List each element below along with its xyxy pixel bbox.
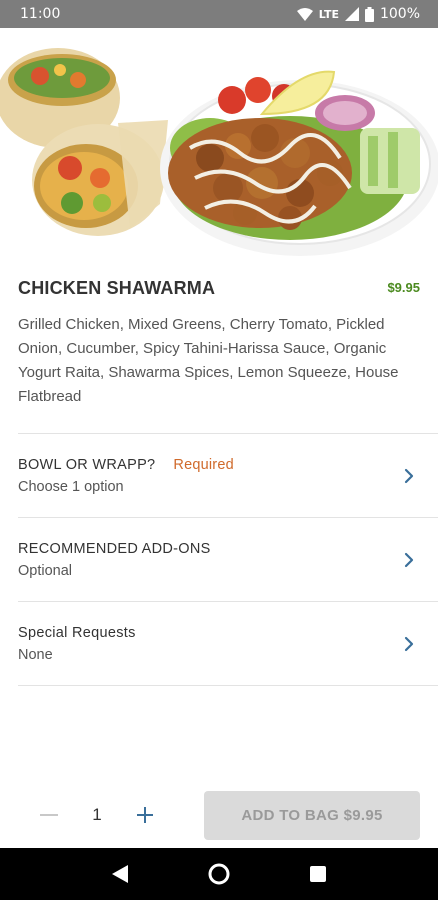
quantity-value: 1: [92, 805, 102, 824]
battery-percent: 100%: [379, 6, 420, 22]
chevron-right-icon: [404, 468, 414, 483]
divider: [18, 685, 438, 686]
option-title: Special Requests: [18, 624, 136, 641]
option-subtitle: Optional: [18, 562, 73, 579]
option-texts: Special Requests None: [18, 625, 136, 663]
item-title: CHICKEN SHAWARMA: [18, 278, 216, 298]
add-to-bag-button[interactable]: ADD TO BAG $9.95: [204, 791, 420, 840]
home-icon: [208, 863, 230, 885]
food-illustration: [0, 48, 438, 256]
system-navigation-bar: [0, 848, 438, 900]
option-title-text: BOWL OR WRAPP?: [18, 456, 156, 473]
app-screen: 11:00 LTE 100% CHICKEN SHAWARMA $9.95 Gr…: [0, 0, 438, 900]
minus-icon: [40, 814, 58, 816]
option-title: BOWL OR WRAPP? Required: [18, 457, 234, 473]
network-type: LTE: [318, 7, 339, 21]
battery-icon: [364, 6, 374, 22]
option-subtitle: None: [18, 646, 53, 663]
wifi-icon: [296, 7, 313, 21]
chevron-right-icon: [404, 636, 414, 651]
decrease-quantity-button[interactable]: [34, 795, 64, 835]
nav-recents-button[interactable]: [298, 854, 338, 894]
option-row-bowl-or-wrap[interactable]: BOWL OR WRAPP? Required Choose 1 option: [18, 433, 438, 517]
plus-icon: [137, 807, 153, 823]
status-bar: 11:00 LTE 100%: [0, 0, 438, 28]
signal-icon: [344, 7, 359, 21]
quantity-stepper: 1: [34, 795, 160, 835]
chevron-right-icon: [404, 552, 414, 567]
increase-quantity-button[interactable]: [130, 795, 160, 835]
option-subtitle: Choose 1 option: [18, 478, 124, 495]
required-badge: Required: [173, 456, 234, 473]
item-hero-image: [0, 28, 438, 260]
item-header: CHICKEN SHAWARMA $9.95: [18, 278, 420, 299]
back-icon: [111, 865, 128, 883]
option-title: RECOMMENDED ADD-ONS: [18, 540, 211, 557]
option-texts: BOWL OR WRAPP? Required Choose 1 option: [18, 457, 234, 495]
status-icons: LTE 100%: [296, 6, 420, 22]
nav-home-button[interactable]: [199, 854, 239, 894]
recents-icon: [310, 866, 327, 882]
option-row-special-requests[interactable]: Special Requests None: [18, 601, 438, 685]
option-texts: RECOMMENDED ADD-ONS Optional: [18, 541, 211, 579]
item-description: Grilled Chicken, Mixed Greens, Cherry To…: [18, 316, 399, 405]
status-time: 11:00: [20, 6, 61, 22]
nav-back-button[interactable]: [100, 854, 140, 894]
option-row-recommended-add-ons[interactable]: RECOMMENDED ADD-ONS Optional: [18, 517, 438, 601]
item-price: $9.95: [387, 280, 420, 295]
